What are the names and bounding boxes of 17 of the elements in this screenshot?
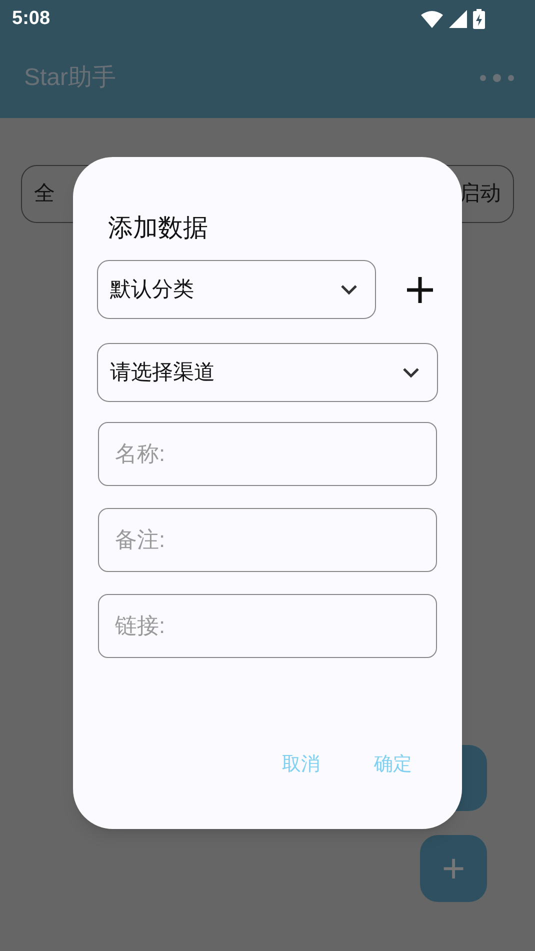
battery-icon (473, 9, 485, 29)
signal-icon (449, 10, 467, 28)
category-select[interactable]: 默认分类 (97, 260, 376, 319)
channel-select[interactable]: 请选择渠道 (97, 343, 438, 402)
chevron-down-icon (401, 366, 421, 378)
text-field[interactable]: 链接: (98, 594, 437, 658)
dialog-button[interactable]: 确定 (354, 748, 432, 782)
app-title: Star助手 (24, 63, 116, 93)
text-field[interactable]: 名称: (98, 422, 437, 486)
status-time: 5:08 (12, 6, 50, 31)
plus-icon[interactable] (405, 274, 435, 304)
text-field[interactable]: 备注: (98, 508, 437, 572)
wifi-icon (421, 10, 443, 28)
chevron-down-icon (339, 284, 359, 296)
dialog-title: 添加数据 (108, 213, 209, 244)
add-fab-button[interactable]: + (420, 835, 487, 902)
dialog-button[interactable]: 取消 (262, 748, 340, 782)
